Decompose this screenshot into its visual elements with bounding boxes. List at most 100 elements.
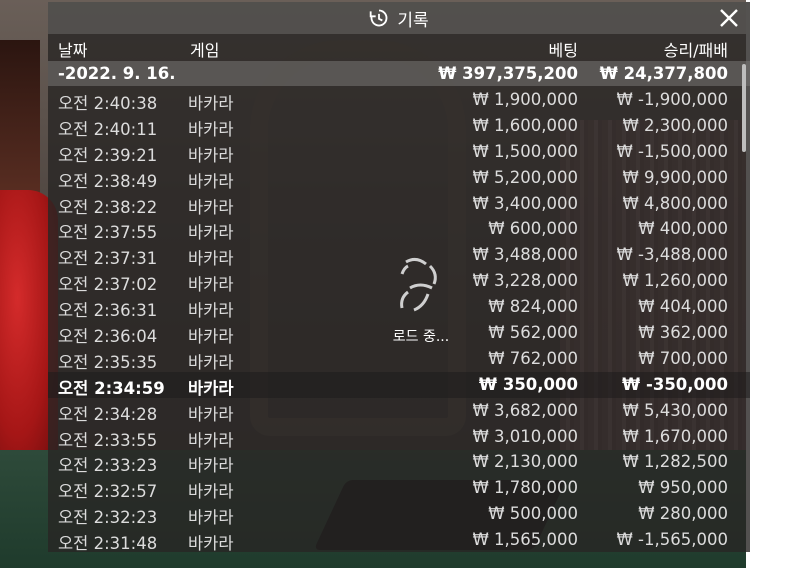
row-time: 오전 2:31:48: [58, 534, 158, 552]
row-win-loss: ₩ 2,300,000: [622, 115, 728, 135]
row-win-loss: ₩ -1,565,000: [616, 530, 729, 550]
row-win-loss: ₩ 4,800,000: [622, 193, 728, 213]
table-row[interactable]: 오전 2:38:22 바카라 ₩ 3,400,000 ₩ 4,800,000: [48, 191, 750, 217]
row-bet: ₩ 3,010,000: [472, 426, 578, 446]
table-row[interactable]: 오전 2:33:55 바카라 ₩ 3,010,000 ₩ 1,670,000: [48, 424, 750, 450]
table-header: 날짜 게임 베팅 승리/패배: [48, 34, 750, 60]
row-win-loss: ₩ 9,900,000: [622, 167, 728, 187]
table-row[interactable]: 오전 2:38:49 바카라 ₩ 5,200,000 ₩ 9,900,000: [48, 165, 750, 191]
row-game: 바카라: [188, 456, 234, 476]
row-game: 바카라: [188, 94, 234, 113]
row-bet: ₩ 1,780,000: [472, 478, 578, 498]
row-time: 오전 2:37:55: [58, 223, 158, 243]
scrollbar-thumb[interactable]: [742, 64, 746, 152]
row-time: 오전 2:32:23: [58, 508, 158, 528]
row-win-loss: ₩ 1,282,500: [622, 452, 728, 472]
panel-title-text: 기록: [397, 10, 429, 31]
row-time: 오전 2:33:55: [58, 430, 158, 450]
row-game: 바카라: [188, 508, 234, 528]
row-win-loss: ₩ -1,900,000: [616, 90, 729, 109]
row-time: 오전 2:34:59: [58, 378, 165, 398]
history-icon: [370, 9, 388, 27]
column-header-game[interactable]: 게임: [190, 37, 219, 61]
summary-bet: ₩ 397,375,200: [438, 64, 578, 83]
row-bet: ₩ 762,000: [488, 348, 578, 368]
row-win-loss: ₩ 404,000: [638, 297, 728, 317]
row-time: 오전 2:36:04: [58, 327, 158, 347]
table-row[interactable]: 오전 2:37:55 바카라 ₩ 600,000 ₩ 400,000: [48, 216, 750, 242]
row-time: 오전 2:35:35: [58, 352, 158, 372]
title-bar: 기록: [48, 2, 750, 34]
row-win-loss: ₩ -350,000: [622, 374, 728, 394]
row-game: 바카라: [188, 223, 234, 243]
row-time: 오전 2:32:57: [58, 482, 158, 502]
row-game: 바카라: [188, 301, 234, 321]
row-time: 오전 2:40:11: [58, 119, 158, 139]
background-right-edge: [746, 0, 806, 568]
column-header-date[interactable]: 날짜: [58, 37, 87, 61]
table-row[interactable]: 오전 2:40:11 바카라 ₩ 1,600,000 ₩ 2,300,000: [48, 113, 750, 139]
column-header-bet[interactable]: 베팅: [549, 37, 578, 61]
row-game: 바카라: [188, 249, 234, 269]
table-row[interactable]: 오전 2:33:23 바카라 ₩ 2,130,000 ₩ 1,282,500: [48, 449, 750, 475]
close-icon[interactable]: [718, 7, 740, 29]
row-win-loss: ₩ 950,000: [638, 478, 728, 498]
row-win-loss: ₩ -3,488,000: [616, 245, 729, 265]
row-game: 바카라: [188, 352, 234, 372]
row-game: 바카라: [188, 119, 234, 139]
row-bet: ₩ 1,565,000: [472, 530, 578, 550]
row-win-loss: ₩ 362,000: [638, 323, 728, 343]
row-bet: ₩ 1,900,000: [472, 90, 578, 109]
row-bet: ₩ 3,228,000: [472, 271, 578, 291]
row-game: 바카라: [188, 378, 234, 398]
row-game: 바카라: [188, 171, 234, 191]
row-time: 오전 2:34:28: [58, 404, 158, 424]
row-time: 오전 2:38:22: [58, 197, 158, 217]
table-row[interactable]: 오전 2:39:21 바카라 ₩ 1,500,000 ₩ -1,500,000: [48, 139, 750, 165]
row-bet: ₩ 600,000: [488, 219, 578, 239]
row-time: 오전 2:37:31: [58, 249, 158, 269]
row-game: 바카라: [188, 327, 234, 347]
row-game: 바카라: [188, 145, 234, 165]
column-header-win-loss[interactable]: 승리/패배: [664, 37, 728, 61]
row-time: 오전 2:39:21: [58, 145, 158, 165]
row-time: 오전 2:37:02: [58, 275, 158, 295]
row-win-loss: ₩ 5,430,000: [622, 400, 728, 420]
row-bet: ₩ 3,682,000: [472, 400, 578, 420]
row-game: 바카라: [188, 482, 234, 502]
row-time: 오전 2:36:31: [58, 301, 158, 321]
date-summary-row[interactable]: -2022. 9. 16. ₩ 397,375,200 ₩ 24,377,800: [48, 61, 750, 86]
table-row[interactable]: 오전 2:34:28 바카라 ₩ 3,682,000 ₩ 5,430,000: [48, 398, 750, 424]
row-game: 바카라: [188, 404, 234, 424]
row-win-loss: ₩ 1,260,000: [622, 271, 728, 291]
row-time: 오전 2:33:23: [58, 456, 158, 476]
history-panel: 기록 날짜 게임 베팅 승리/패배 -2022. 9. 16. ₩ 397,37…: [48, 2, 750, 552]
row-bet: ₩ 824,000: [488, 297, 578, 317]
row-bet: ₩ 1,600,000: [472, 115, 578, 135]
row-win-loss: ₩ 700,000: [638, 348, 728, 368]
row-game: 바카라: [188, 197, 234, 217]
row-win-loss: ₩ 280,000: [638, 504, 728, 524]
row-bet: ₩ 2,130,000: [472, 452, 578, 472]
table-row[interactable]: 오전 2:32:23 바카라 ₩ 500,000 ₩ 280,000: [48, 501, 750, 527]
row-bet: ₩ 350,000: [478, 374, 578, 394]
table-row[interactable]: 오전 2:31:48 바카라 ₩ 1,565,000 ₩ -1,565,000: [48, 527, 750, 552]
row-win-loss: ₩ 400,000: [638, 219, 728, 239]
row-win-loss: ₩ -1,500,000: [616, 141, 729, 161]
spinner-icon: [400, 257, 437, 312]
table-row[interactable]: 오전 2:32:57 바카라 ₩ 1,780,000 ₩ 950,000: [48, 475, 750, 501]
background-dealer-hair: [0, 40, 40, 200]
panel-title: 기록: [48, 2, 750, 34]
row-game: 바카라: [188, 275, 234, 295]
summary-win-loss: ₩ 24,377,800: [599, 64, 728, 83]
loading-indicator: 로드 중...: [366, 254, 476, 364]
table-row[interactable]: 오전 2:40:38 바카라 ₩ 1,900,000 ₩ -1,900,000: [48, 87, 750, 113]
row-bet: ₩ 562,000: [488, 323, 578, 343]
row-win-loss: ₩ 1,670,000: [622, 426, 728, 446]
row-bet: ₩ 1,500,000: [472, 141, 578, 161]
row-time: 오전 2:40:38: [58, 94, 158, 113]
row-bet: ₩ 3,400,000: [472, 193, 578, 213]
table-row-highlighted[interactable]: 오전 2:34:59 바카라 ₩ 350,000 ₩ -350,000: [48, 371, 750, 398]
row-bet: ₩ 3,488,000: [472, 245, 578, 265]
row-game: 바카라: [188, 534, 234, 552]
